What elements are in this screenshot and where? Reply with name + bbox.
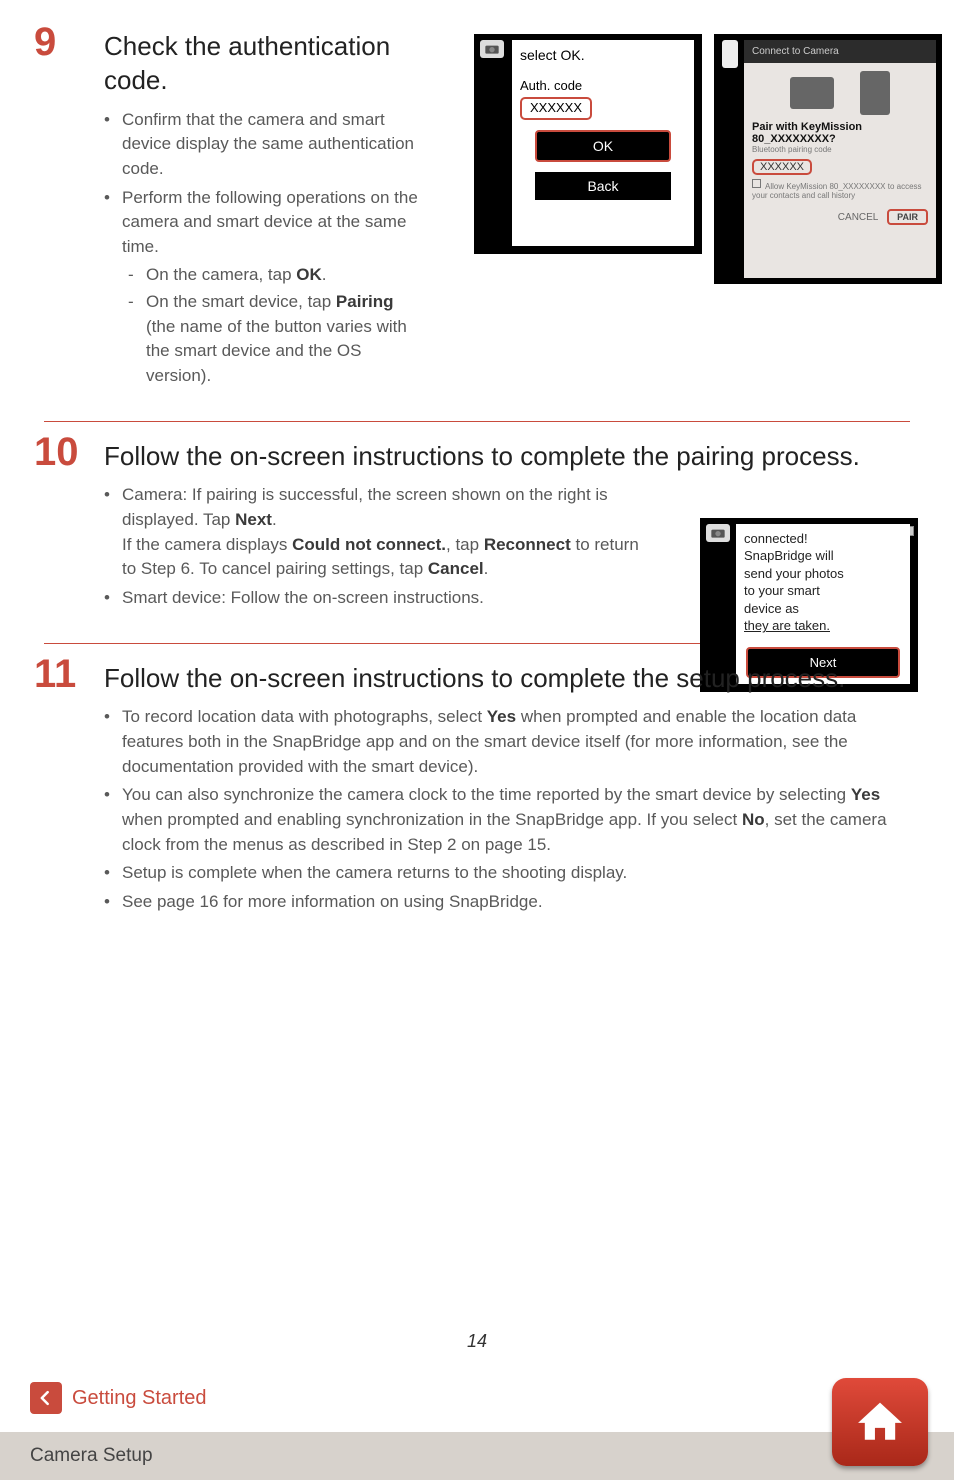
- home-button[interactable]: [832, 1378, 928, 1466]
- page-number: 14: [0, 1331, 954, 1352]
- phone-illustration: [752, 71, 928, 115]
- phone-bt-label: Bluetooth pairing code: [752, 145, 928, 155]
- phone-code-box: XXXXXX: [752, 159, 812, 175]
- back-nav[interactable]: Getting Started: [30, 1382, 207, 1414]
- msg-line-6: they are taken.: [744, 617, 902, 635]
- cam-auth-code: XXXXXX: [520, 97, 592, 120]
- phone-pair-line2: 80_XXXXXXXX?: [752, 133, 928, 145]
- footer-bar: Camera Setup: [0, 1432, 954, 1480]
- step-11-number: 11: [34, 652, 76, 697]
- step11-bullet-1: To record location data with photographs…: [104, 705, 910, 779]
- msg-line-4: to your smart: [744, 582, 902, 600]
- step11-bullet-2: You can also synchronize the camera cloc…: [104, 783, 910, 857]
- camera-icon: [706, 524, 730, 542]
- step9-sub-2: On the smart device, tap Pairing (the na…: [122, 290, 430, 389]
- cam-select-ok-text: select OK.: [520, 46, 686, 64]
- cam-auth-label: Auth. code: [520, 78, 686, 95]
- phone-pair-line1: Pair with KeyMission: [752, 121, 928, 133]
- phone-pair-button[interactable]: PAIR: [887, 209, 928, 225]
- step9-sub-1: On the camera, tap OK.: [122, 263, 430, 288]
- step9-phone-screen: Connect to Camera Pair with KeyMission 8…: [714, 34, 942, 284]
- phone-allow-text: Allow KeyMission 80_XXXXXXXX to access y…: [752, 179, 928, 201]
- back-nav-label: Getting Started: [72, 1387, 207, 1410]
- cam-ok-button[interactable]: OK: [535, 130, 671, 162]
- step11-bullet-4: See page 16 for more information on usin…: [104, 890, 910, 915]
- phone-icon: [722, 40, 738, 68]
- step-11-title: Follow the on-screen instructions to com…: [104, 662, 910, 696]
- step-9-number: 9: [34, 20, 56, 65]
- phone-cancel-button[interactable]: CANCEL: [838, 212, 879, 223]
- home-icon: [853, 1397, 907, 1447]
- cam-back-button[interactable]: Back: [535, 172, 671, 200]
- step-10-title: Follow the on-screen instructions to com…: [104, 440, 910, 474]
- step9-camera-screen: select OK. Auth. code XXXXXX OK Back: [474, 34, 702, 254]
- footer-bar-label: Camera Setup: [30, 1445, 153, 1467]
- back-arrow-icon: [30, 1382, 62, 1414]
- phone-header: Connect to Camera: [744, 40, 936, 63]
- msg-line-2: SnapBridge will: [744, 547, 902, 565]
- camera-icon: [480, 40, 504, 58]
- msg-line-5: device as: [744, 600, 902, 618]
- msg-line-3: send your photos: [744, 565, 902, 583]
- step11-bullet-3: Setup is complete when the camera return…: [104, 861, 910, 886]
- step-10-number: 10: [34, 430, 79, 475]
- msg-line-1: connected!: [744, 530, 902, 548]
